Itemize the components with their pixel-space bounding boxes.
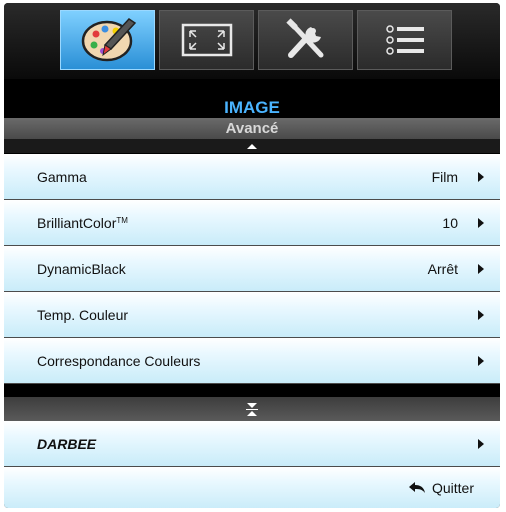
chevron-down-icon	[247, 402, 257, 408]
chevron-right-icon	[478, 355, 484, 366]
menu-item-label: DynamicBlack	[37, 260, 126, 277]
menu-item-label: Gamma	[37, 168, 87, 185]
osd-menu: IMAGE Avancé Gamma Film BrilliantColorTM…	[4, 3, 500, 508]
exit-label: Quitter	[431, 480, 474, 496]
divider-line	[246, 408, 258, 410]
chevron-right-icon	[478, 217, 484, 228]
palette-brush-icon	[81, 18, 136, 62]
scroll-up-indicator[interactable]	[4, 139, 500, 153]
scroll-indicator[interactable]	[4, 397, 500, 421]
tab-setup[interactable]	[258, 10, 353, 70]
trademark-mark: TM	[116, 215, 128, 225]
menu-item-brilliantcolor[interactable]: BrilliantColorTM 10	[4, 200, 500, 246]
chevron-right-icon	[478, 171, 484, 182]
menu-item-value: Film	[431, 168, 458, 185]
chevron-right-icon	[478, 309, 484, 320]
page-title: IMAGE	[224, 98, 280, 117]
tab-bar	[4, 3, 500, 79]
menu-item-label: Temp. Couleur	[37, 306, 129, 323]
menu-item-value: 10	[442, 214, 458, 231]
list-icon	[385, 25, 424, 55]
screen-expand-icon	[181, 23, 232, 57]
chevron-up-icon	[247, 410, 257, 416]
exit-row[interactable]: Quitter	[4, 467, 500, 508]
menu-item-dynamicblack[interactable]: DynamicBlack Arrêt	[4, 246, 500, 292]
tab-image[interactable]	[60, 10, 155, 70]
submenu-title-bar: Avancé	[4, 118, 500, 139]
tab-display[interactable]	[159, 10, 254, 70]
chevron-right-icon	[478, 263, 484, 274]
return-arrow-icon	[408, 482, 425, 493]
tab-options[interactable]	[357, 10, 452, 70]
menu-header: IMAGE	[4, 79, 500, 119]
exit-button[interactable]: Quitter	[408, 480, 474, 496]
menu-item-gamma[interactable]: Gamma Film	[4, 154, 500, 200]
menu-item-value: Arrêt	[427, 260, 458, 277]
chevron-right-icon	[478, 438, 484, 449]
tools-icon	[285, 18, 323, 58]
menu-item-label: BrilliantColorTM	[37, 214, 128, 231]
menu-item-label: Correspondance Couleurs	[37, 352, 201, 369]
menu-list: Gamma Film BrilliantColorTM 10 DynamicBl…	[4, 154, 500, 384]
menu-item-darbee[interactable]: DARBEE	[4, 421, 500, 467]
submenu-title: Avancé	[225, 120, 279, 137]
menu-item-label: DARBEE	[37, 435, 97, 452]
menu-item-color-temp[interactable]: Temp. Couleur	[4, 292, 500, 338]
menu-item-color-matching[interactable]: Correspondance Couleurs	[4, 338, 500, 384]
chevron-up-icon	[247, 143, 257, 149]
